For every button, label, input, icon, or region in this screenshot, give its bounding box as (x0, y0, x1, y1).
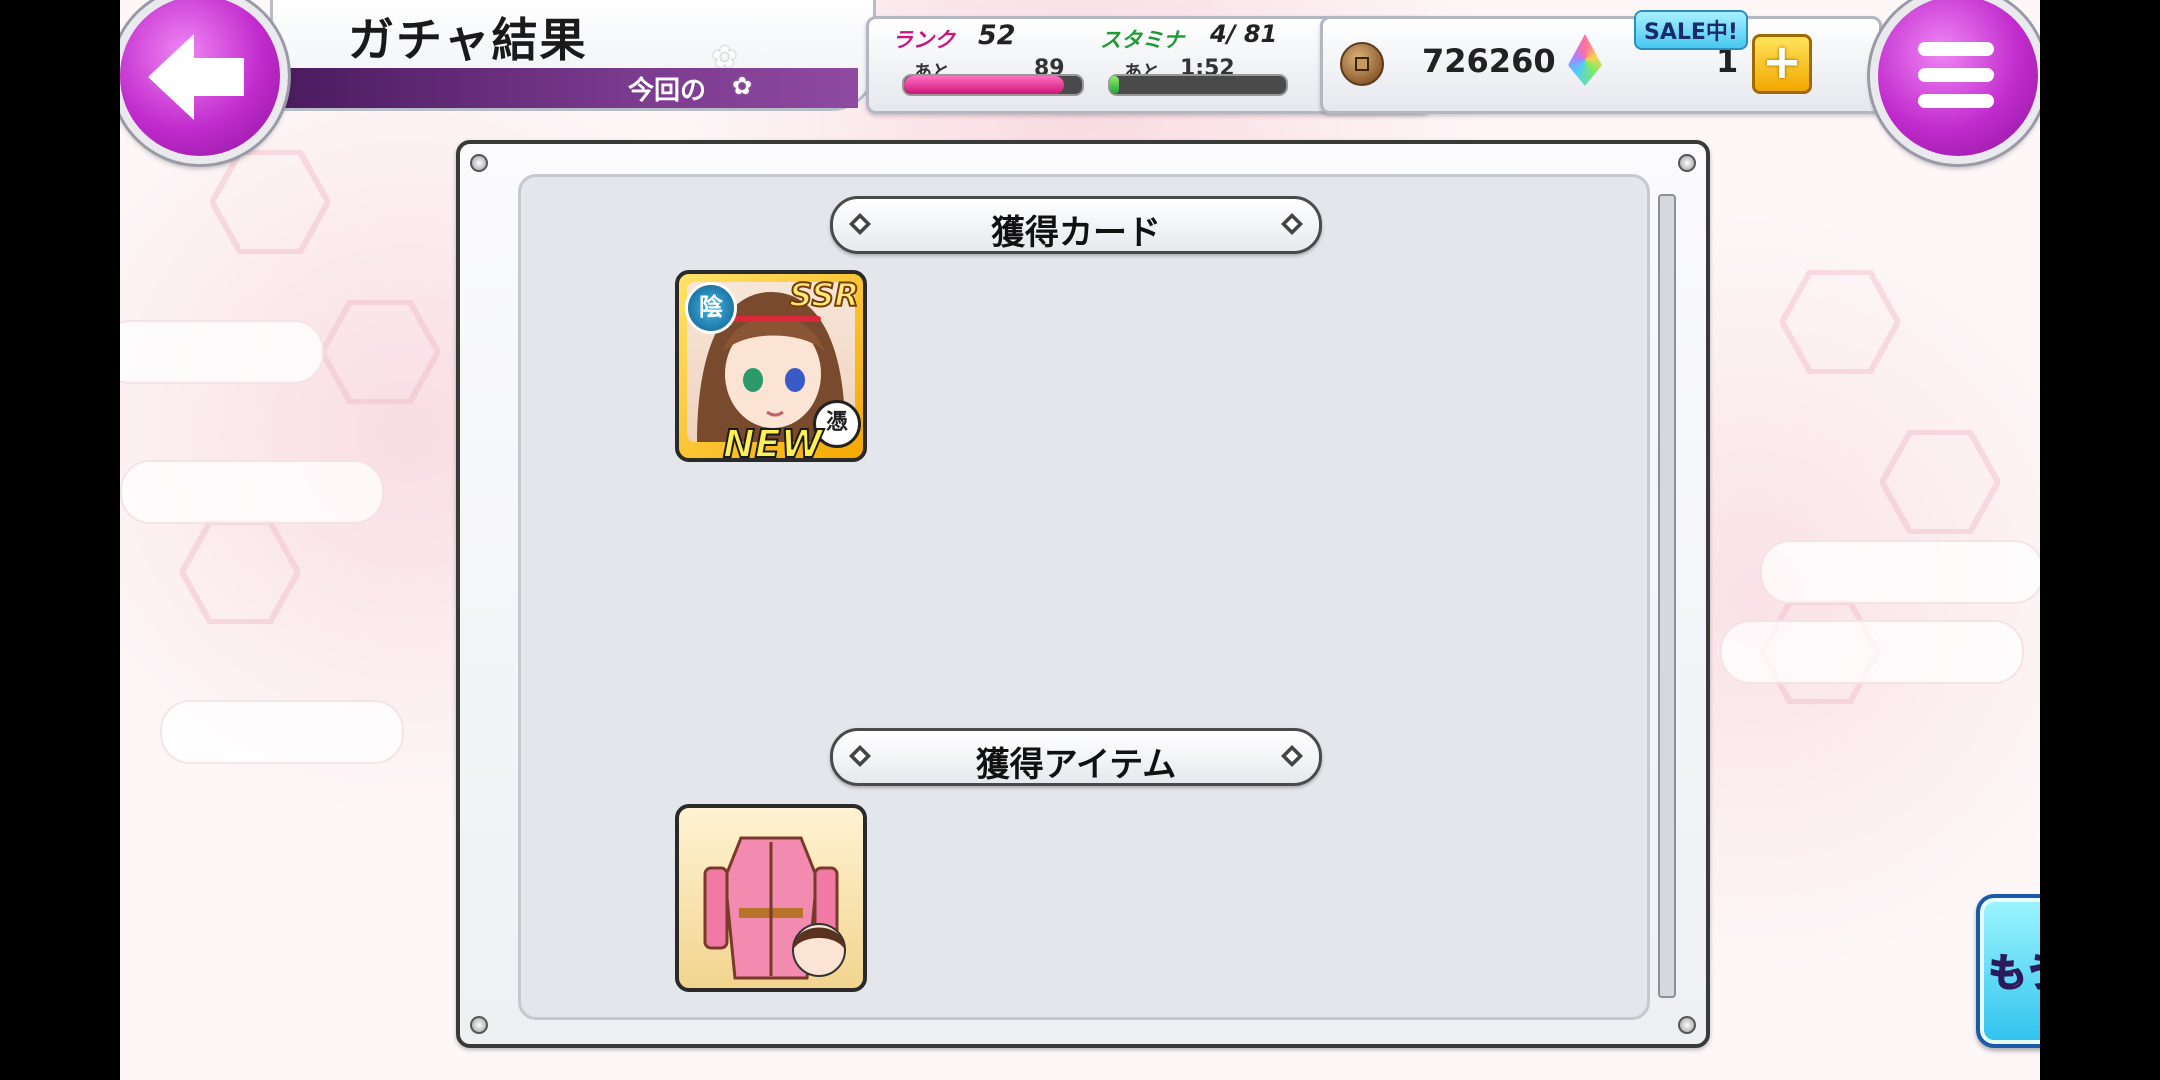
stamina-fill (1110, 76, 1119, 94)
rank-exp-fill (904, 76, 1065, 94)
result-panel: 獲得カード 獲得アイテム (456, 140, 1710, 1048)
rarity-badge: SSR (788, 275, 860, 315)
plus-icon: + (1761, 34, 1803, 90)
page-subtitle: 今回の (628, 76, 707, 106)
coin-count: 726260 (1422, 42, 1556, 80)
coin-icon (1340, 42, 1384, 86)
diamond-ornament-icon (1281, 213, 1303, 235)
costume-item-icon (703, 836, 846, 980)
acquired-items-label: 獲得アイテム (975, 745, 1177, 785)
screw-icon (470, 1016, 488, 1034)
back-button[interactable] (120, 0, 288, 164)
cloud-decoration (120, 460, 384, 524)
stamina-label: スタミナ (1100, 28, 1184, 52)
hex-pattern-icon (1880, 430, 2000, 534)
page-title: ガチャ結果 (348, 13, 588, 67)
new-badge: NEW (722, 421, 824, 467)
stamina-value: 4/ 81 (1210, 20, 1278, 48)
draw-again-button[interactable]: もう一度引く (1976, 894, 2040, 1048)
add-gem-button[interactable]: + (1752, 34, 1812, 94)
hex-pattern-icon (210, 150, 330, 254)
cloud-decoration (120, 320, 324, 384)
rank-label: ランク (892, 28, 955, 52)
scrollbar[interactable] (1658, 194, 1676, 998)
menu-button[interactable] (1870, 0, 2040, 164)
screw-icon (1678, 154, 1696, 172)
draw-again-label: もう一度引く (1988, 950, 2040, 996)
acquired-card-ssr[interactable]: 陰 SSR 憑 NEW (675, 270, 867, 467)
cloud-decoration (160, 700, 404, 764)
hex-pattern-icon (180, 520, 300, 624)
acquired-cards-label: 獲得カード (991, 213, 1161, 253)
acquired-items-header: 獲得アイテム (830, 728, 1322, 786)
sale-badge: SALE中! (1634, 10, 1748, 50)
acquired-item-costume[interactable] (675, 804, 867, 992)
screw-icon (1678, 1016, 1696, 1034)
title-strip (278, 68, 858, 108)
rank-exp-bar (902, 74, 1084, 96)
left-arrow-icon (148, 34, 244, 120)
diamond-ornament-icon (1281, 745, 1303, 767)
cloud-decoration (1760, 540, 2040, 604)
hex-pattern-icon (1780, 270, 1900, 374)
cloud-decoration (1720, 620, 2024, 684)
stamina-bar (1108, 74, 1288, 96)
acquired-cards-header: 獲得カード (830, 196, 1322, 254)
sakura-icon: ✿ (712, 40, 738, 75)
rank-value: 52 (978, 20, 1016, 51)
sakura-icon: ✿ (732, 72, 753, 100)
gacha-result-screen: ガチャ結果 今回の ✿ ✿ ランク 52 あと 89 スタミナ 4/ 81 あと… (120, 0, 2040, 1080)
hex-pattern-icon (320, 300, 440, 404)
attribute-icon: 陰 (685, 282, 737, 334)
screw-icon (470, 154, 488, 172)
